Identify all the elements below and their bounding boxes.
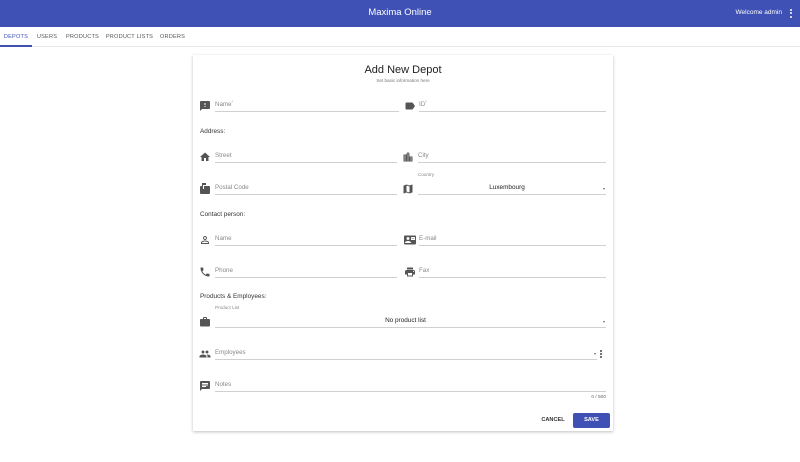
print-icon — [404, 266, 416, 278]
tab-products[interactable]: PRODUCTS — [62, 27, 103, 47]
nav-tabs: DEPOTS USERS PRODUCTS PRODUCT LISTS ORDE… — [0, 27, 800, 47]
contact-person-heading: Contact person: — [200, 211, 246, 218]
label-icon — [404, 100, 416, 112]
tab-depots[interactable]: DEPOTS — [0, 27, 32, 47]
welcome-text: Welcome admin — [735, 9, 782, 16]
tab-users[interactable]: USERS — [32, 27, 62, 47]
comment-icon — [199, 380, 211, 392]
city-icon — [402, 151, 414, 163]
chevron-down-icon — [603, 321, 605, 323]
fax-field[interactable]: Fax — [419, 264, 606, 278]
app-title: Maxima Online — [368, 7, 432, 18]
country-select[interactable]: Country Luxembourg — [418, 172, 606, 195]
email-field[interactable]: E-mail — [419, 232, 606, 246]
notes-character-counter: 0 / 500 — [591, 395, 606, 400]
depot-name-field[interactable]: Name* — [215, 98, 399, 112]
save-button[interactable]: SAVE — [573, 413, 610, 428]
add-depot-form-card: Add New Depot Set basic information here… — [193, 55, 613, 431]
notes-field[interactable]: Notes — [215, 378, 606, 392]
depot-id-field[interactable]: ID* — [419, 98, 606, 112]
address-heading: Address: — [200, 128, 226, 135]
people-icon — [199, 348, 211, 360]
product-list-select[interactable]: Product List No product list — [215, 305, 606, 328]
chevron-down-icon — [594, 353, 596, 355]
employees-more-icon[interactable] — [598, 348, 604, 360]
cancel-button[interactable]: CANCEL — [537, 413, 569, 428]
products-employees-heading: Products & Employees: — [200, 293, 267, 300]
contact-mail-icon — [404, 234, 416, 246]
phone-field[interactable]: Phone — [215, 264, 397, 278]
tab-product-lists[interactable]: PRODUCT LISTS — [103, 27, 156, 47]
street-field[interactable]: Street — [215, 149, 397, 163]
contact-name-field[interactable]: Name — [215, 232, 397, 246]
home-icon — [199, 151, 211, 163]
form-title: Add New Depot — [364, 64, 442, 76]
more-menu-icon[interactable] — [786, 6, 796, 20]
tab-orders[interactable]: ORDERS — [156, 27, 189, 47]
map-icon — [402, 183, 414, 195]
work-icon — [199, 316, 211, 328]
markunread-mailbox-icon — [199, 183, 211, 195]
postal-code-field[interactable]: Postal Code — [215, 181, 397, 195]
phone-icon — [199, 266, 211, 278]
person-icon — [199, 234, 211, 246]
chevron-down-icon — [603, 188, 605, 190]
app-toolbar: Maxima Online Welcome admin — [0, 0, 800, 27]
employees-select[interactable]: Employees — [215, 346, 597, 360]
feedback-icon — [199, 100, 211, 112]
form-subtitle: Set basic information here — [376, 78, 430, 83]
city-field[interactable]: City — [418, 149, 606, 163]
